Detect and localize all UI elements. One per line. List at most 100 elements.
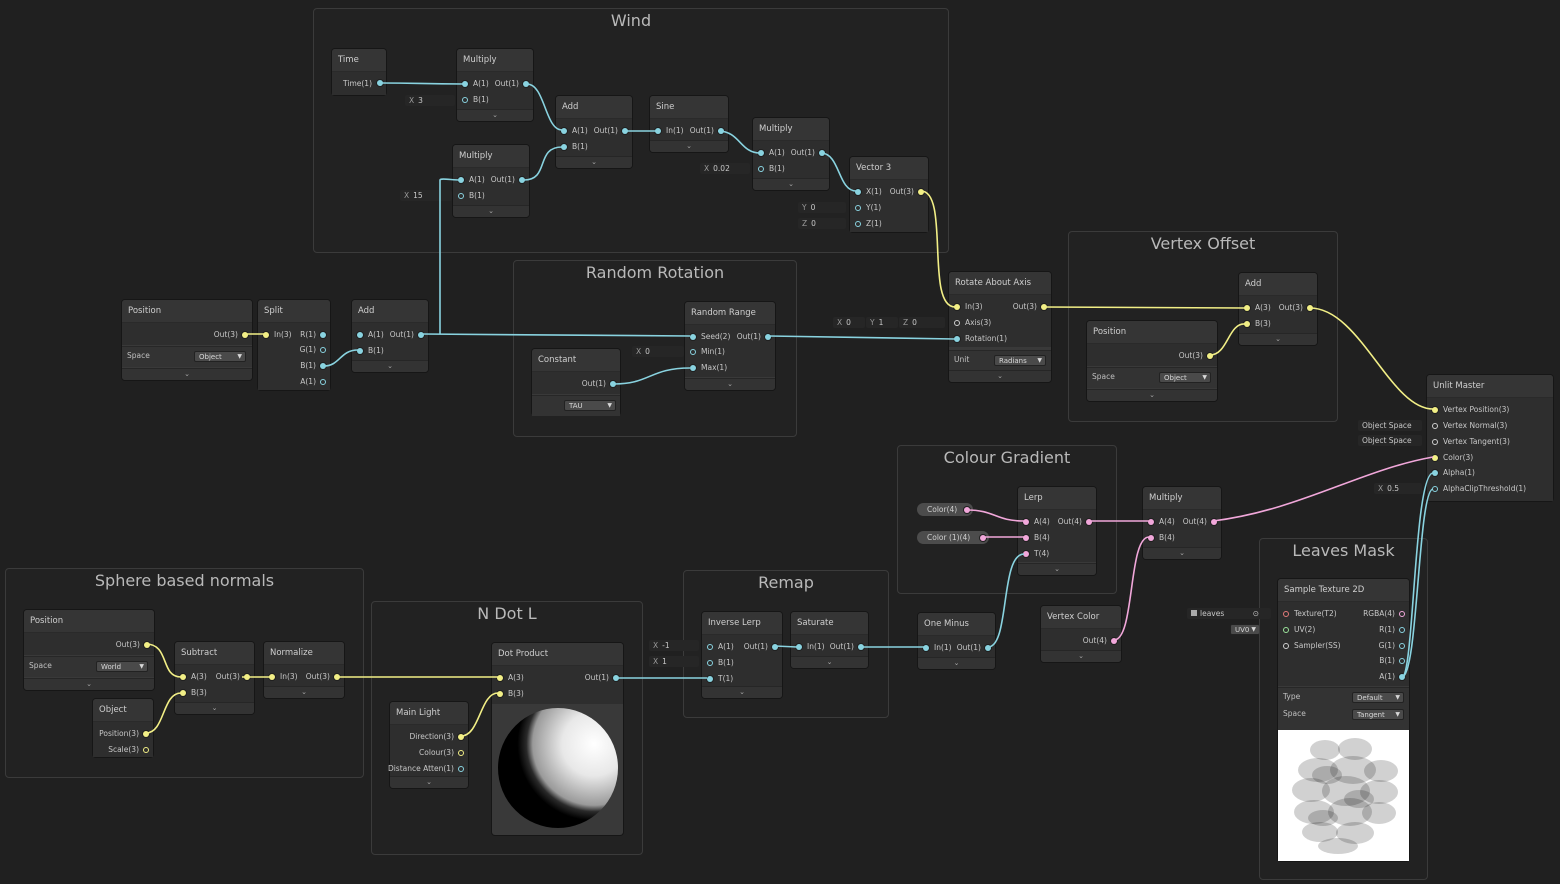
port-dot[interactable] <box>985 645 991 651</box>
port-dot[interactable] <box>918 189 924 195</box>
subtract-node[interactable]: Subtract A(3) B(3) Out(3) ⌄ <box>175 642 254 714</box>
port-y[interactable]: Y(1) <box>855 201 881 215</box>
lerp-node[interactable]: Lerp A(4) B(4) T(4) Out(4) ⌄ <box>1018 487 1096 575</box>
multiply-node[interactable]: Multiply A(1) B(1) Out(1) ⌄ <box>453 145 529 217</box>
port-b[interactable]: B(1) <box>707 656 734 670</box>
port-in[interactable]: In(3) <box>269 670 298 684</box>
inverse-lerp-b-field[interactable]: X1 <box>649 656 699 667</box>
multiply-node[interactable]: Multiply A(1) B(1) Out(1) ⌄ <box>457 49 533 121</box>
vector3-node[interactable]: Vector 3 X(1) Y(1) Z(1) Out(3) <box>850 157 928 232</box>
port-dot[interactable] <box>143 747 149 753</box>
port-dot[interactable] <box>320 379 326 385</box>
port-out[interactable]: Out(1) <box>957 641 981 655</box>
port-dot[interactable] <box>718 128 724 134</box>
uv-dropdown[interactable]: UV0 ▼ <box>1230 624 1260 635</box>
port-b[interactable]: B(4) <box>1148 531 1175 545</box>
expand-chevron-icon[interactable]: ⌄ <box>457 109 533 121</box>
port-out[interactable]: Out(3) <box>214 328 238 342</box>
port-out[interactable]: Out(4) <box>1058 515 1082 529</box>
port-dot[interactable] <box>765 334 771 340</box>
multiply-node[interactable]: Multiply A(1) B(1) Out(1) ⌄ <box>753 118 829 190</box>
position-node[interactable]: Position Out(3) Space Object ▼ ⌄ <box>122 300 252 380</box>
port-dot[interactable] <box>458 766 464 772</box>
port-out[interactable]: Out(3) <box>1179 349 1203 363</box>
port-axis[interactable]: Axis(3) <box>954 316 991 330</box>
expand-chevron-icon[interactable]: ⌄ <box>352 360 428 372</box>
port-vertex-normal[interactable]: Vertex Normal(3) <box>1432 419 1507 433</box>
port-out[interactable]: Out(3) <box>216 670 240 684</box>
port-b[interactable]: B(3) <box>497 687 524 701</box>
port-dot[interactable] <box>523 81 529 87</box>
port-dot[interactable] <box>1399 627 1405 633</box>
port-sampler[interactable]: Sampler(SS) <box>1283 639 1341 653</box>
add-node[interactable]: Add A(1) B(1) Out(1) ⌄ <box>352 300 428 372</box>
port-dot[interactable] <box>1086 519 1092 525</box>
port-r[interactable]: R(1) <box>300 328 316 342</box>
sample-texture-2d-node[interactable]: Sample Texture 2D Texture(T2) UV(2) Samp… <box>1278 579 1409 861</box>
port-t[interactable]: T(1) <box>707 672 733 686</box>
port-out[interactable]: Out(3) <box>890 185 914 199</box>
port-b[interactable]: B(3) <box>1244 317 1271 331</box>
port-dot[interactable] <box>613 675 619 681</box>
port-x[interactable]: X(1) <box>855 185 882 199</box>
port-a[interactable]: A(3) <box>180 670 207 684</box>
normal-space-field[interactable]: Object Space <box>1358 420 1422 431</box>
expand-chevron-icon[interactable]: ⌄ <box>1041 650 1121 662</box>
port-out[interactable]: Out(4) <box>1083 634 1107 648</box>
space-dropdown[interactable]: Object ▼ <box>194 351 246 362</box>
port-a[interactable]: A(3) <box>497 671 524 685</box>
port-uv[interactable]: UV(2) <box>1283 623 1315 637</box>
expand-chevron-icon[interactable]: ⌄ <box>918 657 995 669</box>
port-b[interactable]: B(3) <box>180 686 207 700</box>
port-position[interactable]: Position(3) <box>99 727 139 741</box>
port-dot[interactable] <box>1041 304 1047 310</box>
port-rotation[interactable]: Rotation(1) <box>954 332 1007 346</box>
port-a[interactable]: A(1) <box>707 640 734 654</box>
port-max[interactable]: Max(1) <box>690 361 727 375</box>
sine-node[interactable]: Sine In(1) Out(1) ⌄ <box>650 96 728 152</box>
expand-chevron-icon[interactable]: ⌄ <box>791 656 868 668</box>
expand-chevron-icon[interactable]: ⌄ <box>702 686 782 698</box>
port-in[interactable]: In(3) <box>263 328 292 342</box>
port-dot[interactable] <box>772 644 778 650</box>
port-min[interactable]: Min(1) <box>690 345 725 359</box>
port-out[interactable]: Out(1) <box>585 671 609 685</box>
tangent-space-field[interactable]: Object Space <box>1358 435 1422 446</box>
expand-chevron-icon[interactable]: ⌄ <box>24 678 154 690</box>
port-g[interactable]: G(1) <box>1379 639 1395 653</box>
port-dot[interactable] <box>1111 638 1117 644</box>
space-dropdown[interactable]: Object ▼ <box>1159 372 1211 383</box>
expand-chevron-icon[interactable]: ⌄ <box>390 776 468 788</box>
port-a[interactable]: A(1) <box>458 173 485 187</box>
port-b[interactable]: B(1) <box>1379 654 1395 668</box>
expand-chevron-icon[interactable]: ⌄ <box>556 156 632 168</box>
color-a-property[interactable]: Color(4) <box>917 503 973 516</box>
port-texture[interactable]: Texture(T2) <box>1283 607 1337 621</box>
axis-x-field[interactable]: X0 <box>833 317 865 328</box>
port-out[interactable]: Out(1) <box>491 173 515 187</box>
add-node[interactable]: Add A(3) B(3) Out(3) ⌄ <box>1239 273 1317 345</box>
space-dropdown[interactable]: World ▼ <box>96 661 148 672</box>
expand-chevron-icon[interactable]: ⌄ <box>753 178 829 190</box>
object-node[interactable]: Object Position(3) Scale(3) <box>93 699 153 757</box>
one-minus-node[interactable]: One Minus In(1) Out(1) ⌄ <box>918 613 995 669</box>
port-out[interactable]: Out(1) <box>390 328 414 342</box>
port-a[interactable]: A(1) <box>1379 670 1395 684</box>
space-dropdown[interactable]: Tangent ▼ <box>1352 709 1404 720</box>
port-a[interactable]: A(4) <box>1148 515 1175 529</box>
port-dot[interactable] <box>858 644 864 650</box>
port-dot[interactable] <box>1211 519 1217 525</box>
expand-chevron-icon[interactable]: ⌄ <box>949 370 1051 382</box>
port-out[interactable]: Out(3) <box>1279 301 1303 315</box>
port-dot[interactable] <box>1399 611 1405 617</box>
port-distance[interactable]: Distance Atten(1) <box>388 762 454 776</box>
expand-chevron-icon[interactable]: ⌄ <box>453 205 529 217</box>
port-in[interactable]: In(1) <box>655 124 684 138</box>
vertex-color-node[interactable]: Vertex Color Out(4) ⌄ <box>1041 606 1121 662</box>
port-out[interactable]: Out(1) <box>830 640 854 654</box>
inverse-lerp-a-field[interactable]: X -1 <box>649 640 699 651</box>
port-b[interactable]: B(1) <box>458 189 485 203</box>
vector3-z-field[interactable]: Z0 <box>798 218 846 229</box>
port-alpha-clip[interactable]: AlphaClipThreshold(1) <box>1432 482 1526 496</box>
saturate-node[interactable]: Saturate In(1) Out(1) ⌄ <box>791 612 868 668</box>
